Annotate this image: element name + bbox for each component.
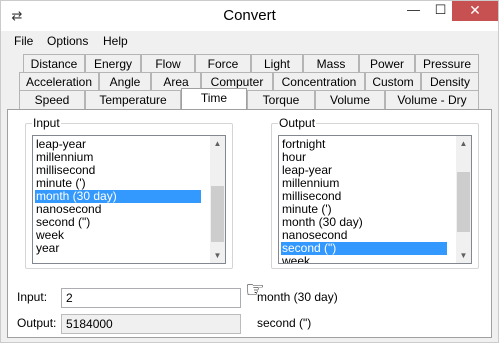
scroll-down-arrow-icon[interactable]: ▼ (456, 248, 471, 263)
output-value-field[interactable] (61, 314, 241, 334)
output-unit-list[interactable]: fortnight hour leap-year millennium mill… (278, 135, 472, 264)
tab-temperature[interactable]: Temperature (85, 90, 181, 109)
input-label: Input: (17, 290, 48, 304)
menu-options[interactable]: Options (47, 34, 88, 48)
tab-acceleration[interactable]: Acceleration (19, 72, 99, 91)
tab-mass[interactable]: Mass (303, 54, 359, 73)
tab-torque[interactable]: Torque (247, 90, 315, 109)
tab-volume-dry[interactable]: Volume - Dry (385, 90, 479, 109)
scroll-up-arrow-icon[interactable]: ▲ (210, 136, 225, 151)
tab-energy[interactable]: Energy (85, 54, 141, 73)
app-icon[interactable]: ⇄ (9, 8, 25, 24)
maximize-button[interactable]: ☐ (427, 1, 454, 21)
scroll-up-arrow-icon[interactable]: ▲ (456, 136, 471, 151)
tab-power[interactable]: Power (359, 54, 415, 73)
title-bar[interactable]: ⇄ Convert — ☐ ✕ (1, 1, 498, 31)
input-group: Input leap-year millennium millisecond m… (25, 116, 233, 269)
menu-help[interactable]: Help (103, 34, 128, 48)
scroll-thumb[interactable] (457, 172, 470, 232)
output-group-label: Output (278, 116, 317, 130)
convert-window: ⇄ Convert — ☐ ✕ File Options Help Distan… (0, 0, 499, 343)
tab-density[interactable]: Density (421, 72, 479, 91)
tab-force[interactable]: Force (195, 54, 251, 73)
input-group-label: Input (32, 116, 61, 130)
tab-custom[interactable]: Custom (365, 72, 421, 91)
tab-concentration[interactable]: Concentration (273, 72, 365, 91)
tab-speed[interactable]: Speed (19, 90, 85, 109)
tab-volume[interactable]: Volume (315, 90, 385, 109)
tab-distance[interactable]: Distance (23, 54, 85, 73)
scroll-thumb[interactable] (211, 186, 224, 242)
tab-angle[interactable]: Angle (99, 72, 151, 91)
output-unit-label: second (") (257, 316, 312, 330)
close-button[interactable]: ✕ (452, 1, 498, 21)
tab-light[interactable]: Light (251, 54, 303, 73)
output-list-scrollbar[interactable]: ▲ ▼ (456, 136, 471, 263)
input-list-scrollbar[interactable]: ▲ ▼ (210, 136, 225, 263)
input-value-field[interactable] (61, 288, 241, 308)
tab-flow[interactable]: Flow (141, 54, 195, 73)
input-unit-list[interactable]: leap-year millennium millisecond minute … (32, 135, 226, 264)
tab-time[interactable]: Time (181, 88, 247, 109)
scroll-down-arrow-icon[interactable]: ▼ (210, 248, 225, 263)
input-unit-label: month (30 day) (257, 290, 338, 304)
output-group: Output fortnight hour leap-year millenni… (271, 116, 479, 269)
menu-bar: File Options Help (1, 32, 498, 52)
list-item[interactable]: week (281, 255, 310, 264)
minimize-button[interactable]: — (400, 1, 427, 21)
list-item[interactable]: year (35, 242, 59, 255)
output-label: Output: (17, 316, 57, 330)
menu-file[interactable]: File (14, 34, 33, 48)
tab-pressure[interactable]: Pressure (415, 54, 479, 73)
